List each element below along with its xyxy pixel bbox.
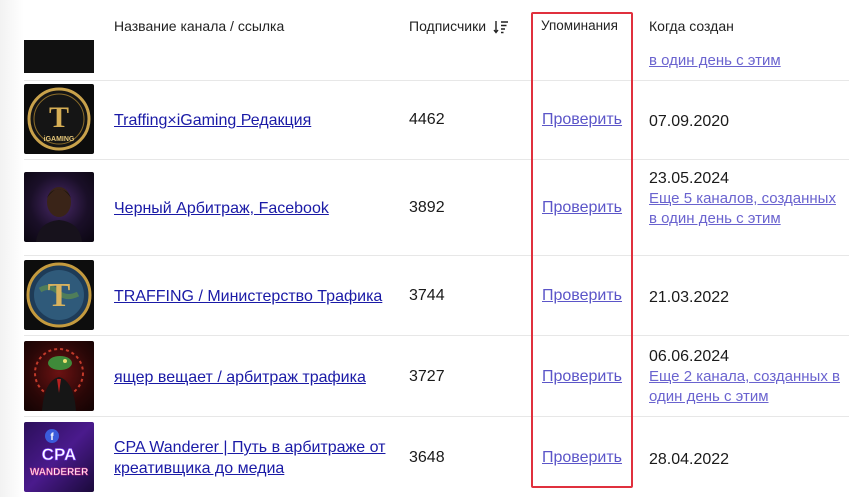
- subscriber-count: 3892: [409, 199, 445, 216]
- left-shade: [0, 0, 24, 497]
- subscriber-count: 3648: [409, 449, 445, 466]
- avatar-subtitle: WANDERER: [30, 467, 89, 478]
- avatar-letter: T: [48, 277, 71, 314]
- channel-link[interactable]: ящер вещает / арбитраж трафика: [114, 367, 394, 388]
- avatar-word: iGAMING: [44, 136, 75, 143]
- row-divider: [24, 335, 849, 336]
- channel-avatar: f CPA WANDERER: [24, 422, 94, 492]
- created-date: 23.05.2024: [649, 170, 730, 187]
- row-divider: [24, 80, 849, 81]
- created-date: 07.09.2020: [649, 113, 730, 130]
- header-created: Когда создан: [649, 18, 734, 34]
- channel-avatar: [24, 341, 94, 411]
- channel-link[interactable]: Черный Арбитраж, Facebook: [114, 198, 394, 219]
- check-mentions-link[interactable]: Проверить: [542, 368, 622, 386]
- header-subscribers-sort[interactable]: Подписчики: [409, 18, 509, 37]
- row-divider: [24, 416, 849, 417]
- check-mentions-link[interactable]: Проверить: [542, 111, 622, 129]
- header-name: Название канала / ссылка: [114, 18, 285, 34]
- created-date: 28.04.2022: [649, 451, 730, 468]
- channels-table: Название канала / ссылка Подписчики Упом…: [0, 0, 849, 497]
- header-mentions: Упоминания: [541, 18, 618, 33]
- row-divider: [24, 159, 849, 160]
- sort-descending-icon[interactable]: [493, 20, 509, 37]
- subscriber-count: 3744: [409, 287, 445, 304]
- channel-avatar: [24, 172, 94, 242]
- row-divider: [24, 255, 849, 256]
- channel-avatar: T iGAMING: [24, 84, 94, 154]
- channel-link[interactable]: Traffing×iGaming Редакция: [114, 110, 394, 131]
- avatar-letter: T: [49, 101, 69, 134]
- check-mentions-link[interactable]: Проверить: [542, 199, 622, 217]
- channel-avatar: [24, 40, 94, 73]
- channel-link[interactable]: TRAFFING / Министерство Трафика: [114, 286, 394, 307]
- subscriber-count: 4462: [409, 111, 445, 128]
- avatar-title: CPA: [42, 445, 77, 464]
- channel-link[interactable]: CPA Wanderer | Путь в арбитраже от креат…: [114, 437, 394, 479]
- check-mentions-link[interactable]: Проверить: [542, 287, 622, 305]
- header-subscribers-label: Подписчики: [409, 18, 487, 34]
- same-day-link[interactable]: в один день с этим: [649, 51, 844, 71]
- created-date: 21.03.2022: [649, 289, 730, 306]
- table-header: Название канала / ссылка Подписчики Упом…: [0, 0, 849, 52]
- check-mentions-link[interactable]: Проверить: [542, 449, 622, 467]
- same-day-channels-link[interactable]: Еще 5 каналов, созданных в один день с э…: [649, 189, 844, 229]
- created-date: 06.06.2024: [649, 348, 730, 365]
- same-day-channels-link[interactable]: Еще 2 канала, созданных в один день с эт…: [649, 367, 844, 407]
- channel-avatar: T: [24, 260, 94, 330]
- subscriber-count: 3727: [409, 368, 445, 385]
